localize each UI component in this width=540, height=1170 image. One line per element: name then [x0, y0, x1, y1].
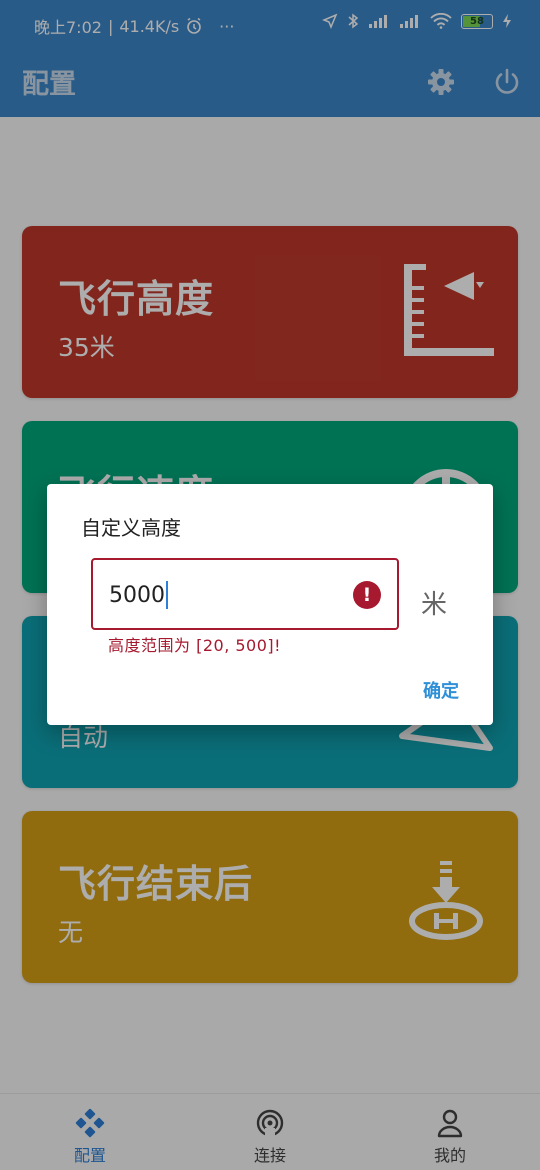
unit-label: 米: [421, 590, 448, 620]
altitude-input-value: 5000: [109, 582, 165, 608]
dialog-title: 自定义高度: [81, 516, 181, 540]
text-caret: [166, 581, 168, 609]
error-icon: !: [353, 581, 381, 609]
confirm-button[interactable]: 确定: [423, 677, 459, 703]
altitude-input[interactable]: 5000 !: [91, 558, 399, 630]
error-message: 高度范围为 [20, 500]!: [108, 636, 282, 655]
custom-altitude-dialog: 自定义高度 5000 ! 米 高度范围为 [20, 500]! 确定: [47, 484, 493, 725]
